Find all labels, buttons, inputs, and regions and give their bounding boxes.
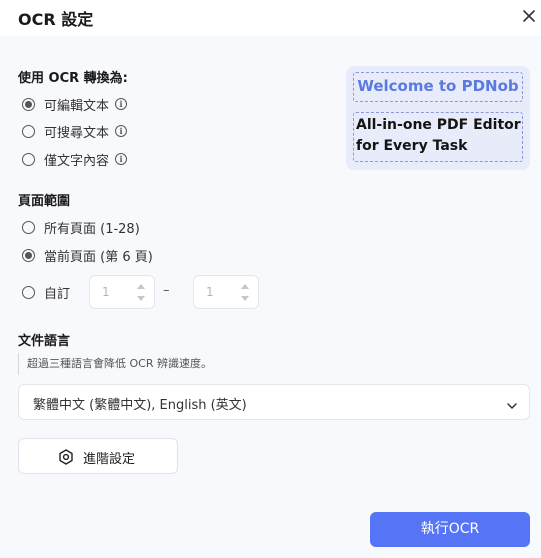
advanced-settings-label: 進階設定	[83, 452, 136, 467]
radio-text-only[interactable]: 僅文字內容 i	[22, 150, 128, 169]
page-range-heading: 頁面範圍	[18, 194, 71, 209]
range-from-value: 1	[102, 285, 110, 299]
close-icon[interactable]	[521, 8, 537, 24]
convert-heading: 使用 OCR 轉換為:	[18, 71, 128, 86]
radio-label: 自訂	[44, 286, 71, 302]
preview-body-line-1: All-in-one PDF Editor	[356, 117, 521, 133]
gear-icon	[57, 448, 75, 466]
stepper-arrows[interactable]	[136, 282, 146, 304]
dialog-title: OCR 設定	[18, 10, 94, 29]
ocr-settings-dialog: OCR 設定 使用 OCR 轉換為: 可編輯文本 i 可搜尋文本 i 僅文字內容…	[0, 0, 541, 558]
advanced-settings-button[interactable]: 進階設定	[18, 438, 178, 474]
stepper-down-icon[interactable]	[241, 296, 249, 301]
range-separator: –	[163, 283, 170, 298]
dialog-header: OCR 設定	[0, 0, 541, 36]
stepper-up-icon[interactable]	[241, 284, 249, 289]
radio-searchable-text[interactable]: 可搜尋文本 i	[22, 122, 128, 141]
range-to-value: 1	[206, 285, 214, 299]
preview-heading-text: Welcome to PDNob	[353, 72, 523, 102]
language-select-value: 繁體中文 (繁體中文), English (英文)	[33, 398, 247, 413]
stepper-arrows[interactable]	[240, 282, 250, 304]
stepper-up-icon[interactable]	[137, 284, 145, 289]
radio-label: 所有頁面 (1-28)	[44, 221, 140, 237]
radio-label: 僅文字內容	[44, 153, 110, 169]
radio-label: 當前頁面 (第 6 頁)	[44, 249, 153, 265]
stepper-down-icon[interactable]	[137, 296, 145, 301]
radio-editable-text[interactable]: 可編輯文本 i	[22, 95, 128, 114]
info-icon[interactable]: i	[115, 153, 128, 165]
chevron-down-icon	[506, 397, 518, 409]
range-to-stepper[interactable]: 1	[193, 275, 259, 309]
preview-body-text: All-in-one PDF Editor for Every Task	[353, 112, 523, 162]
radio-button[interactable]	[22, 124, 35, 138]
radio-button[interactable]	[22, 248, 35, 262]
language-hint: 超過三種語言會降低 OCR 辨識速度。	[18, 353, 212, 375]
radio-current-page[interactable]: 當前頁面 (第 6 頁)	[22, 246, 153, 265]
radio-button[interactable]	[22, 97, 35, 111]
radio-button[interactable]	[22, 220, 35, 234]
info-icon[interactable]: i	[115, 98, 128, 110]
language-select[interactable]: 繁體中文 (繁體中文), English (英文)	[18, 384, 530, 420]
radio-all-pages[interactable]: 所有頁面 (1-28)	[22, 218, 140, 237]
radio-button[interactable]	[22, 285, 35, 299]
document-language-heading: 文件語言	[18, 334, 71, 349]
run-ocr-button[interactable]: 執行OCR	[370, 512, 530, 547]
info-icon[interactable]: i	[115, 125, 128, 137]
radio-label: 可搜尋文本	[44, 125, 110, 141]
radio-custom-range[interactable]: 自訂	[22, 283, 71, 302]
radio-button[interactable]	[22, 152, 35, 166]
preview-body-line-2: for Every Task	[356, 138, 468, 154]
range-from-stepper[interactable]: 1	[89, 275, 155, 309]
radio-label: 可編輯文本	[44, 98, 110, 114]
ocr-preview-card: Welcome to PDNob All-in-one PDF Editor f…	[346, 66, 530, 170]
